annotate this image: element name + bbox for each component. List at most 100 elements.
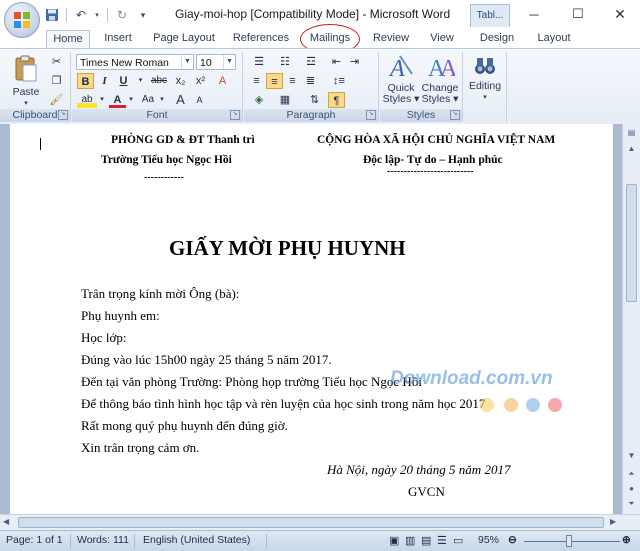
underline-button[interactable]: U <box>115 73 132 89</box>
vertical-scrollbar[interactable]: ▤ ▲ ▼ ⏶ ● ⏷ <box>622 124 640 514</box>
office-button[interactable] <box>4 2 40 38</box>
change-case-button[interactable]: Aa <box>138 92 158 108</box>
quick-styles-button[interactable]: A Quick Styles ▾ <box>382 54 420 105</box>
horizontal-scroll-thumb[interactable] <box>18 517 604 528</box>
body-line-8: Xin trân trọng cảm ơn. <box>81 440 200 455</box>
tab-layout[interactable]: Layout <box>533 30 575 48</box>
shrink-font-button[interactable]: A <box>191 92 208 108</box>
grow-font-button[interactable]: A <box>172 92 189 108</box>
select-browse-object-icon[interactable]: ● <box>625 482 638 495</box>
language-indicator[interactable]: English (United States) <box>143 534 250 546</box>
scroll-up-icon[interactable]: ▲ <box>625 142 638 155</box>
quick-styles-icon: A <box>388 55 413 82</box>
word-count[interactable]: Words: 111 <box>77 534 129 546</box>
tab-home[interactable]: Home <box>46 30 90 49</box>
zoom-slider-track[interactable] <box>524 541 620 542</box>
shading-icon[interactable]: ◈ <box>248 92 270 108</box>
undo-dropdown-icon[interactable]: ▾ <box>93 7 101 23</box>
align-center-icon[interactable]: ≡ <box>266 73 283 89</box>
save-icon[interactable] <box>44 7 60 23</box>
bullets-icon[interactable]: ☰ <box>248 54 270 70</box>
font-name-combo[interactable]: Times New Roman ▼ <box>76 54 194 70</box>
tab-view[interactable]: View <box>424 30 460 48</box>
align-left-icon[interactable]: ≡ <box>248 73 265 89</box>
change-styles-button[interactable]: A A Change Styles ▾ <box>420 54 460 105</box>
full-screen-reading-icon[interactable]: ▥ <box>405 534 415 547</box>
tab-insert[interactable]: Insert <box>96 30 140 48</box>
copy-icon[interactable]: ❐ <box>48 73 65 89</box>
zoom-level[interactable]: 95% <box>478 534 499 546</box>
editing-dropdown-icon: ▾ <box>483 94 487 101</box>
editing-button[interactable]: Editing ▾ <box>466 54 504 103</box>
decrease-indent-icon[interactable]: ⇤ <box>328 54 345 70</box>
minimize-button[interactable]: ─ <box>512 2 556 26</box>
line-spacing-icon[interactable]: ↕≡ <box>328 73 350 89</box>
font-color-dropdown-icon[interactable]: ▾ <box>127 92 135 108</box>
font-size-combo[interactable]: 10 ▼ <box>196 54 236 70</box>
italic-button[interactable]: I <box>96 73 113 89</box>
paste-button[interactable]: Paste ▾ <box>6 54 46 109</box>
scroll-down-icon[interactable]: ▼ <box>625 449 638 462</box>
tab-page-layout[interactable]: Page Layout <box>150 30 218 48</box>
next-page-icon[interactable]: ⏷ <box>625 497 638 510</box>
font-name-value: Times New Roman <box>80 57 169 69</box>
maximize-button[interactable]: ☐ <box>556 2 600 26</box>
styles-launcher-icon[interactable]: ↘ <box>450 110 460 120</box>
numbering-icon[interactable]: ☷ <box>274 54 296 70</box>
strikethrough-button[interactable]: abc <box>148 73 170 89</box>
font-launcher-icon[interactable]: ↘ <box>230 110 240 120</box>
undo-icon[interactable]: ↶ <box>73 7 89 23</box>
zoom-in-icon[interactable]: ⊕ <box>622 534 631 546</box>
superscript-button[interactable]: x² <box>192 73 209 89</box>
document-heading: GIẤY MỜI PHỤ HUYNH <box>169 236 406 260</box>
sort-icon[interactable]: ⇅ <box>306 92 323 108</box>
tab-review[interactable]: Review <box>369 30 413 48</box>
justify-icon[interactable]: ≣ <box>302 73 319 89</box>
cut-icon[interactable]: ✂ <box>48 54 65 70</box>
print-layout-view-icon[interactable]: ▣ <box>389 534 399 547</box>
change-case-dropdown-icon[interactable]: ▾ <box>158 92 166 108</box>
vertical-scroll-thumb[interactable] <box>626 184 637 302</box>
ruler-toggle-icon[interactable]: ▤ <box>625 126 638 139</box>
paste-dropdown-icon[interactable]: ▾ <box>6 98 46 109</box>
font-name-dropdown-icon[interactable]: ▼ <box>181 55 193 69</box>
format-painter-icon[interactable]: 🖌 <box>48 92 65 108</box>
page-count[interactable]: Page: 1 of 1 <box>6 534 63 546</box>
clipboard-launcher-icon[interactable]: ↘ <box>58 110 68 120</box>
scroll-left-icon[interactable]: ◀ <box>3 517 9 526</box>
zoom-out-icon[interactable]: ⊖ <box>508 534 517 546</box>
tab-design[interactable]: Design <box>476 30 518 48</box>
status-bar: Page: 1 of 1 Words: 111 English (United … <box>0 530 640 551</box>
customize-qat-icon[interactable]: ▾ <box>138 7 148 23</box>
borders-icon[interactable]: ▦ <box>274 92 296 108</box>
previous-page-icon[interactable]: ⏶ <box>625 467 638 480</box>
web-layout-icon[interactable]: ▤ <box>421 534 431 547</box>
body-line-6: Để thông báo tình hình học tập và rèn lu… <box>81 396 486 411</box>
redo-icon[interactable]: ↻ <box>114 7 130 23</box>
increase-indent-icon[interactable]: ⇥ <box>346 54 363 70</box>
qat-separator <box>107 8 108 22</box>
subscript-button[interactable]: x₂ <box>172 73 189 89</box>
font-size-dropdown-icon[interactable]: ▼ <box>223 55 235 69</box>
tab-mailings[interactable]: Mailings <box>303 30 357 48</box>
tab-references[interactable]: References <box>230 30 292 48</box>
table-tools-context-tab[interactable]: Tabl... <box>470 4 510 27</box>
horizontal-scrollbar[interactable]: ◀ ▶ <box>0 514 640 531</box>
body-line-1: Trân trọng kính mời Ông (bà): <box>81 286 240 301</box>
clear-formatting-button[interactable]: A <box>214 73 231 89</box>
draft-view-icon[interactable]: ▭ <box>453 534 463 547</box>
paragraph-launcher-icon[interactable]: ↘ <box>366 110 376 120</box>
show-hide-paragraph-button[interactable]: ¶ <box>328 92 345 108</box>
highlight-dropdown-icon[interactable]: ▾ <box>98 92 106 108</box>
paste-label: Paste <box>12 86 40 98</box>
bold-button[interactable]: B <box>77 73 94 89</box>
multilevel-list-icon[interactable]: ☲ <box>300 54 322 70</box>
close-button[interactable]: ✕ <box>598 2 640 26</box>
outline-view-icon[interactable]: ☰ <box>437 534 447 547</box>
highlight-button[interactable]: ab <box>77 92 97 108</box>
font-color-button[interactable]: A <box>109 92 126 108</box>
zoom-slider-thumb[interactable] <box>566 535 572 547</box>
scroll-right-icon[interactable]: ▶ <box>610 517 616 526</box>
align-right-icon[interactable]: ≡ <box>284 73 301 89</box>
underline-dropdown-icon[interactable]: ▾ <box>132 73 149 89</box>
